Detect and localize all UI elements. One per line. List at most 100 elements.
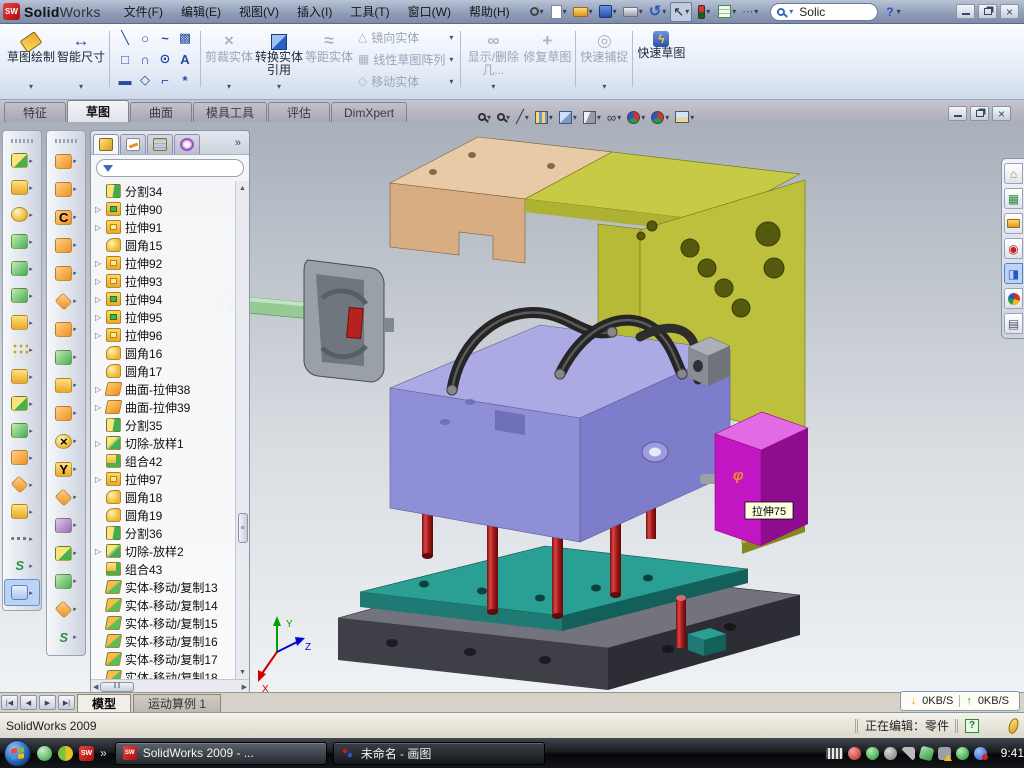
dropdown-arrow-icon[interactable]: ▸	[29, 562, 33, 570]
dropdown-arrow-icon[interactable]: ▸	[29, 454, 33, 462]
doc-restore-button[interactable]	[970, 106, 989, 121]
mirror-entities-button[interactable]: △ 镜向实体 ▾	[358, 27, 453, 47]
feature-tree-item[interactable]: ▷ 切除-放样2	[95, 542, 235, 560]
dropdown-arrow-icon[interactable]: ▸	[29, 508, 33, 516]
feature-tree-item[interactable]: ▷ 拉伸95	[95, 308, 235, 326]
feature-tree-item[interactable]: ▷ 拉伸92	[95, 254, 235, 272]
expand-arrow-icon[interactable]: ▷	[95, 331, 105, 340]
dropdown-arrow-icon[interactable]: ▾	[540, 7, 544, 16]
restore-button[interactable]	[978, 4, 997, 19]
quick-tips-icon[interactable]: ?	[965, 719, 979, 733]
dropdown-arrow-icon[interactable]: ▸	[29, 400, 33, 408]
configurationmanager-tab[interactable]	[147, 134, 173, 154]
feature-tree-item[interactable]: ▷ 分割35	[95, 416, 235, 434]
dropdown-arrow-icon[interactable]: ▾	[589, 7, 593, 16]
extruded-surface-button[interactable]: C ▸	[48, 203, 84, 231]
hole-wizard-button[interactable]: ▸	[4, 309, 40, 336]
dropdown-arrow-icon[interactable]: ▾	[563, 7, 567, 16]
propertymanager-tab[interactable]	[120, 134, 146, 154]
network-warning-tray-icon[interactable]	[938, 747, 951, 760]
zoom-area-icon[interactable]: ▾	[497, 113, 510, 122]
featuremanager-tab[interactable]	[93, 134, 119, 154]
view-settings-icon[interactable]: ▾	[675, 111, 694, 123]
feature-tree-item[interactable]: ▷ 拉伸91	[95, 218, 235, 236]
ribbon-tab[interactable]: 特征	[4, 102, 66, 122]
scroll-up-icon[interactable]: ▲	[239, 181, 246, 195]
doc-minimize-button[interactable]	[948, 106, 967, 121]
dropdown-arrow-icon[interactable]: ▸	[73, 157, 77, 165]
circle-tool[interactable]: ○	[135, 28, 155, 49]
quick-snaps-button[interactable]: ◎ 快速捕捉 ▾	[579, 27, 629, 91]
lofted-surface-button[interactable]: ▸	[48, 231, 84, 259]
polygon-tool[interactable]: ◇	[135, 70, 155, 91]
rebuild-traffic-light-button[interactable]: ▾	[694, 2, 714, 22]
ribbon-tab[interactable]: 模具工具	[193, 102, 267, 122]
rapid-sketch-button[interactable]: ϟ 快速草图	[636, 27, 686, 91]
tab-nav-button[interactable]: |◀	[1, 695, 18, 710]
combine-button[interactable]: ▸	[4, 363, 40, 390]
dropdown-arrow-icon[interactable]: ▸	[73, 605, 77, 613]
dropdown-arrow-icon[interactable]: ▾	[732, 7, 736, 16]
feature-tree-item[interactable]: ▷ 曲面-拉伸39	[95, 398, 235, 416]
core-button[interactable]: ▸	[48, 567, 84, 595]
design-library-tab[interactable]: ▦	[1004, 188, 1023, 209]
dropdown-arrow-icon[interactable]: ▾	[665, 113, 669, 122]
solidworks-quicklaunch-icon[interactable]: SW	[79, 746, 94, 761]
keyboard-tray-icon[interactable]	[826, 748, 843, 759]
menu-item[interactable]: 窗口(W)	[399, 0, 460, 23]
dropdown-arrow-icon[interactable]: ▾	[617, 113, 621, 122]
dropdown-arrow-icon[interactable]: ▸	[29, 157, 33, 165]
boundary-surface-button[interactable]: ▸	[48, 343, 84, 371]
save-button[interactable]: ▾	[597, 2, 619, 22]
solidworks-content-tab[interactable]: ◉	[1004, 238, 1023, 259]
dropdown-arrow-icon[interactable]: ▸	[29, 346, 33, 354]
dropdown-arrow-icon[interactable]: ▾	[690, 113, 694, 122]
appearances-scenes-tab[interactable]	[1004, 288, 1023, 309]
feature-tree-item[interactable]: ▷ 实体-移动/复制13	[95, 578, 235, 596]
slot-tool[interactable]: ▬	[115, 70, 135, 91]
dropdown-arrow-icon[interactable]: ▸	[73, 381, 77, 389]
thicken-button[interactable]: ▸	[48, 371, 84, 399]
dropdown-arrow-icon[interactable]: ▸	[73, 213, 77, 221]
feature-tree-item[interactable]: ▷ 拉伸96	[95, 326, 235, 344]
dropdown-arrow-icon[interactable]: ▾	[662, 7, 666, 16]
expand-arrow-icon[interactable]: ▷	[95, 277, 105, 286]
slide-block-magenta[interactable]: φ	[715, 412, 808, 546]
dropdown-arrow-icon[interactable]: ▾	[597, 113, 601, 122]
dropdown-arrow-icon[interactable]: ▸	[29, 184, 33, 192]
view-palette-tab[interactable]: ◨	[1004, 263, 1023, 284]
tab-nav-button[interactable]: ▶	[39, 695, 56, 710]
tab-nav-button[interactable]: ◀	[20, 695, 37, 710]
feature-tree-item[interactable]: ▷ 圆角15	[95, 236, 235, 254]
shut-off-surfaces-button[interactable]: ▸	[48, 483, 84, 511]
apply-scene-icon[interactable]: ▾	[651, 111, 669, 124]
display-style-icon[interactable]: ▾	[583, 111, 601, 124]
feature-tree-item[interactable]: ▷ 分割36	[95, 524, 235, 542]
search-box[interactable]: ▾	[770, 3, 878, 21]
sync-tray-icon[interactable]	[918, 745, 934, 761]
parting-lines-button[interactable]: Y ▸	[48, 455, 84, 483]
feature-tree-item[interactable]: ▷ 曲面-拉伸38	[95, 380, 235, 398]
arc-tool[interactable]: ∩	[135, 49, 155, 70]
help-dropdown-icon[interactable]: ▾	[897, 7, 901, 16]
repair-sketch-button[interactable]: + 修复草图	[522, 27, 572, 91]
core-insert-gray[interactable]	[304, 260, 394, 382]
model-tab[interactable]: 模型	[77, 694, 131, 712]
undo-button[interactable]: ↺ ▾	[647, 2, 669, 22]
customize-button[interactable]: ⋯ ▾	[740, 2, 760, 22]
hide-show-items-icon[interactable]: ∞ ▾	[607, 110, 621, 125]
reference-point-button[interactable]: ▸	[4, 471, 40, 498]
ribbon-tab[interactable]: 曲面	[130, 102, 192, 122]
menu-item[interactable]: 视图(V)	[230, 0, 288, 23]
split-button[interactable]: ▸	[4, 390, 40, 417]
menu-item[interactable]: 编辑(E)	[172, 0, 230, 23]
swept-surface-button[interactable]: ▸	[48, 147, 84, 175]
spline-tool[interactable]: ~	[155, 28, 175, 49]
dropdown-arrow-icon[interactable]: ▾	[525, 113, 529, 122]
reference-axis-button[interactable]: ▸	[4, 525, 40, 552]
feature-tree-item[interactable]: ▷ 实体-移动/复制15	[95, 614, 235, 632]
feature-tree-item[interactable]: ▷ 实体-移动/复制16	[95, 632, 235, 650]
mold-point-button[interactable]: ▸	[48, 595, 84, 623]
expand-arrow-icon[interactable]: ▷	[95, 475, 105, 484]
dropdown-arrow-icon[interactable]: ▸	[73, 549, 77, 557]
